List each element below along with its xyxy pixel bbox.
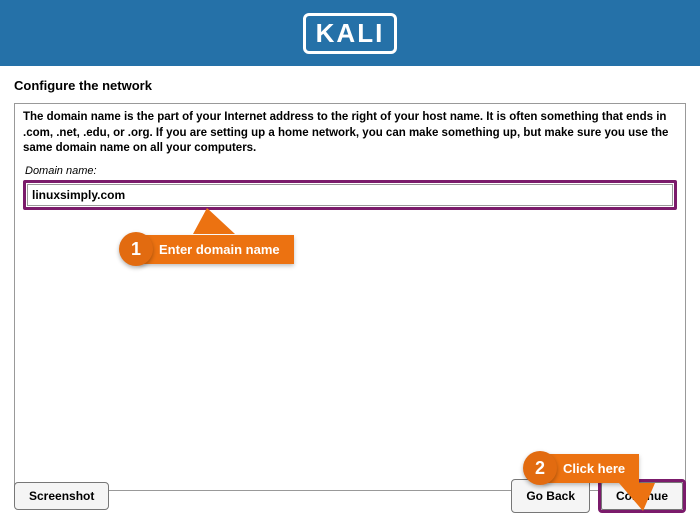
- description-text: The domain name is the part of your Inte…: [23, 108, 677, 159]
- main-panel: The domain name is the part of your Inte…: [14, 103, 686, 491]
- domain-name-label: Domain name:: [23, 159, 677, 180]
- callout-number-2: 2: [523, 451, 557, 485]
- header-banner: KALI: [0, 0, 700, 66]
- callout-tail-icon: [619, 483, 655, 511]
- annotation-callout-1: 1 Enter domain name: [119, 232, 294, 266]
- domain-name-input[interactable]: [27, 184, 673, 206]
- callout-tail-icon: [193, 208, 235, 234]
- kali-logo: KALI: [303, 13, 398, 54]
- logo-text: KALI: [316, 18, 385, 49]
- domain-input-highlight: [23, 180, 677, 210]
- callout-label-2: Click here: [543, 454, 639, 483]
- callout-number-1: 1: [119, 232, 153, 266]
- page-title: Configure the network: [0, 66, 700, 103]
- callout-label-1: Enter domain name: [139, 235, 294, 264]
- annotation-callout-2: 2 Click here: [523, 451, 639, 485]
- screenshot-button[interactable]: Screenshot: [14, 482, 109, 510]
